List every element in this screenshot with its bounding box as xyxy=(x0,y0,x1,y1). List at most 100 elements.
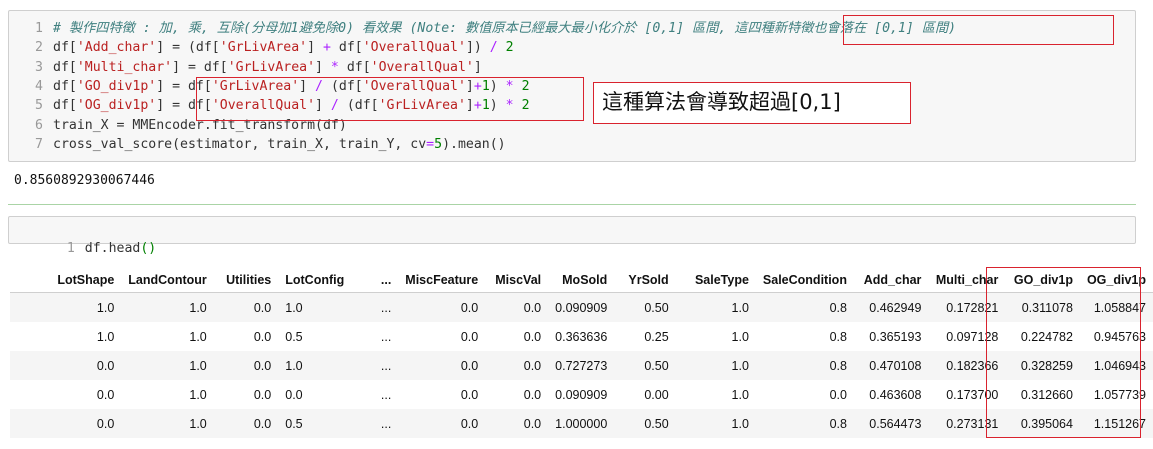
code-comment: # 製作四特徵 : 加, 乘, 互除(分母加1避免除0) 看效果 (Note: … xyxy=(53,21,957,36)
line-number: 2 xyxy=(35,40,43,56)
table-cell: 0.0 xyxy=(253,329,272,344)
table-cell: 0.5 xyxy=(285,329,303,344)
column-header: SaleCondition xyxy=(755,268,854,293)
table-cell: 1.0 xyxy=(675,351,756,380)
table-cell: 0.0 xyxy=(485,292,549,322)
code-token: ).mean() xyxy=(442,136,506,152)
line-number: 1 xyxy=(66,241,75,256)
table-cell: 0.090909 xyxy=(548,292,615,322)
table-row: 0.0 1.0 0.0 0.0... 0.0 0.0 0.090909 0.00 1.0 0.0 0… xyxy=(10,380,1153,409)
code-line-2: 2 df['Add_char'] = (df['GrLivArea'] + df[… xyxy=(9,38,514,57)
code-token: df[ xyxy=(53,78,77,94)
table-cell: 0.365193 xyxy=(869,329,922,344)
code-line-1: 1 # 製作四特徵 : 加, 乘, 互除(分母加1避免除0) 看效果 (Note:… xyxy=(9,19,956,38)
table-cell: 1.0 xyxy=(675,292,756,322)
table-cell: 1.0 xyxy=(189,329,207,344)
table-cell: 0.0 xyxy=(41,409,122,438)
table-cell: 0.8 xyxy=(755,409,854,438)
column-header: LotConfig xyxy=(278,268,352,293)
code-token: df[ xyxy=(53,59,77,75)
table-cell: 0.0 xyxy=(285,387,303,402)
table-cell xyxy=(10,351,42,380)
code-token: 'GrLivArea' xyxy=(227,59,316,75)
column-header: MiscFeature xyxy=(398,268,486,293)
table-cell: 0.0 xyxy=(213,292,279,322)
table-cell xyxy=(10,322,41,351)
table-cell: 0.8 xyxy=(755,351,854,380)
code-token: ]) xyxy=(465,40,490,56)
table-cell: 1.000000 xyxy=(548,409,615,438)
table-cell: 1.0 xyxy=(121,292,214,322)
table-cell: ... xyxy=(351,292,399,322)
column-header: LotShape xyxy=(41,268,122,293)
table-cell: 1.0 xyxy=(121,409,214,438)
code-token: 'GrLivArea' xyxy=(219,40,308,56)
table-cell: 1.0 xyxy=(278,351,352,380)
code-token: ] xyxy=(473,59,482,75)
table-cell: 1.0 xyxy=(731,387,749,402)
column-header: ... xyxy=(351,268,399,293)
table-cell: 0.463608 xyxy=(869,387,922,402)
table-cell: 0.25 xyxy=(644,329,669,344)
table-cell: 1.0 xyxy=(278,292,352,322)
table-cell: 0.0 xyxy=(213,409,279,438)
line-number: 7 xyxy=(35,136,43,152)
table-row: 0.0 1.0 0.0 0.5... 0.0 0.0 1.000000 0.50 1.0 0.8 0… xyxy=(10,409,1153,438)
table-row: 1.0 1.0 0.0 0.5... 0.0 0.0 0.363636 0.25 1.0 0.8 0… xyxy=(10,322,1153,351)
code-token: 'Multi_char' xyxy=(76,59,173,75)
column-header: Add_char xyxy=(853,268,929,293)
table-cell: 0.0 xyxy=(523,329,542,344)
table-cell: 0.090909 xyxy=(555,387,608,402)
column-header: MoSold xyxy=(548,268,615,293)
line-number: 1 xyxy=(35,21,43,36)
code-token: 'Add_char' xyxy=(76,40,157,56)
table-cell: ... xyxy=(380,329,392,344)
table-cell: 1.0 xyxy=(189,387,207,402)
table-cell: 0.50 xyxy=(614,292,676,322)
table-cell: 0.363636 xyxy=(555,329,608,344)
code-token: df[ xyxy=(53,98,77,114)
code-token: ] = (df[ xyxy=(156,40,220,56)
table-row: 0.0 1.0 0.0 1.0... 0.0 0.0 0.727273 0.50 1.0 0.8 0… xyxy=(10,351,1153,380)
highlight-new-columns xyxy=(986,267,1141,438)
highlight-comment-note xyxy=(843,15,1114,45)
column-header: MiscVal xyxy=(485,268,549,293)
table-cell xyxy=(10,380,41,409)
table-cell: 0.0 xyxy=(96,387,115,402)
table-cell: 0.0 xyxy=(460,329,479,344)
table-cell: 0.0 xyxy=(41,351,122,380)
table-cell: 0.564473 xyxy=(853,409,929,438)
table-cell xyxy=(10,409,42,438)
table-cell: 1.0 xyxy=(121,351,214,380)
code-token: ] xyxy=(315,59,331,75)
dataframe-table: LotShape LandContour Utilities LotConfig...… xyxy=(10,268,1153,438)
annotation-box: 這種算法會導致超過[0,1] xyxy=(593,82,911,124)
table-cell: 0.0 xyxy=(485,351,549,380)
table-cell: 0.0 xyxy=(460,387,479,402)
code-token: 2 xyxy=(505,40,514,56)
table-cell: 0.5 xyxy=(278,409,352,438)
code-token: df[ xyxy=(53,40,77,56)
table-cell: 1.0 xyxy=(731,329,749,344)
code-line-3: 3 df['Multi_char'] = df['GrLivArea'] * df… xyxy=(9,58,482,77)
code-token: ] xyxy=(307,40,323,56)
code-token: df[ xyxy=(330,40,363,56)
column-header: Utilities xyxy=(213,268,279,293)
code-token: 5 xyxy=(434,136,443,152)
table-cell xyxy=(10,292,42,322)
table-cell: 0.0 xyxy=(253,387,272,402)
table-cell: 0.0 xyxy=(398,409,486,438)
code-line-df-head: 1 df.head() xyxy=(9,220,156,256)
column-header: LandContour xyxy=(121,268,214,293)
table-cell: 0.50 xyxy=(614,351,676,380)
table-cell: 0.470108 xyxy=(853,351,929,380)
column-header: SaleType xyxy=(675,268,756,293)
code-cell-2[interactable]: 1 df.head() xyxy=(8,216,1136,256)
table-cell: 0.727273 xyxy=(548,351,615,380)
code-token: 'GO_div1p' xyxy=(76,78,157,94)
code-token: ] = df[ xyxy=(172,59,228,75)
table-header-row: LotShape LandContour Utilities LotConfig...… xyxy=(10,268,1153,293)
highlight-div1p-formulas xyxy=(196,77,584,121)
line-number: 4 xyxy=(35,78,43,94)
